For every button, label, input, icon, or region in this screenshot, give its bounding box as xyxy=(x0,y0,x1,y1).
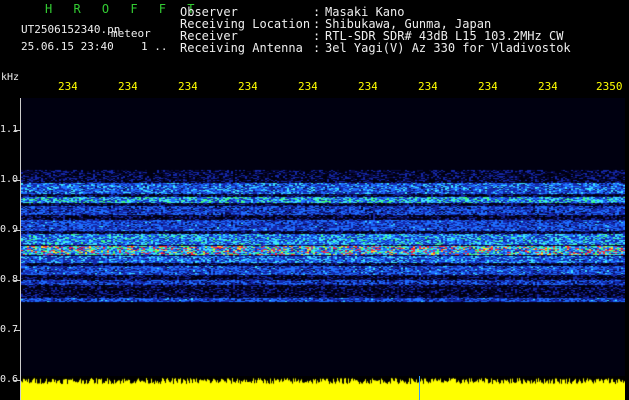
y-tick-label: 1.1 xyxy=(0,124,19,135)
x-tick-label: 234 xyxy=(238,81,257,92)
y-axis-unit: kHz xyxy=(1,72,20,83)
antenna-label: Receiving Antenna xyxy=(180,41,303,55)
x-tick-label: 234 xyxy=(298,81,317,92)
x-tick-label: 234 xyxy=(418,81,437,92)
mode-label: meteor xyxy=(111,27,151,40)
x-tick-label: 234 xyxy=(478,81,497,92)
amplitude-strip xyxy=(21,376,625,400)
y-tick-label: 1.0 xyxy=(0,174,19,185)
app-brand: H R O F F T xyxy=(45,2,202,16)
x-tick-label: 234 xyxy=(58,81,77,92)
spectrogram-waterfall xyxy=(21,98,625,376)
hrofft-window: H R O F F T UT2506152340.pn meteor 25.06… xyxy=(0,0,629,400)
image-filename: UT2506152340.pn xyxy=(21,23,121,36)
y-tick-label: 0.9 xyxy=(0,224,19,235)
x-tick-label: 234 xyxy=(178,81,197,92)
x-tick-label: 234 xyxy=(118,81,137,92)
y-tick-label: 0.6 xyxy=(0,374,19,385)
x-tick-label: 234 xyxy=(538,81,557,92)
antenna-value: 3el Yagi(V) Az 330 for Vladivostok xyxy=(325,41,571,55)
event-count: 1 .. xyxy=(141,40,168,53)
x-tick-label: 234 xyxy=(358,81,377,92)
x-tick-label: 2350 xyxy=(596,81,623,92)
y-tick-label: 0.8 xyxy=(0,274,19,285)
observation-datetime: 25.06.15 23:40 xyxy=(21,40,114,53)
y-tick-label: 0.7 xyxy=(0,324,19,335)
antenna-colon: : xyxy=(313,41,321,55)
